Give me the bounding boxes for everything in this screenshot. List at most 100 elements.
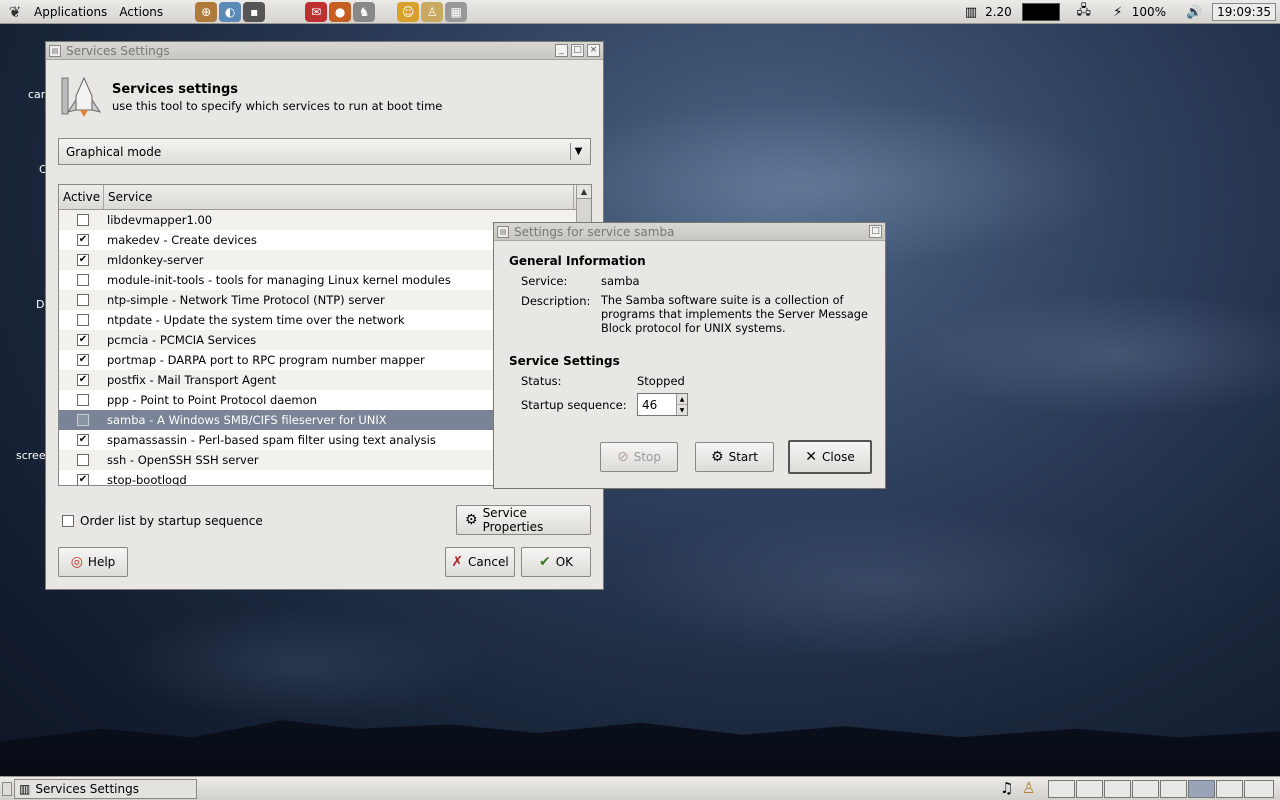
startup-sequence-stepper[interactable]: 46 ▲ ▼ bbox=[637, 393, 688, 416]
window-title: Services Settings bbox=[66, 43, 170, 58]
active-checkbox[interactable] bbox=[77, 294, 89, 306]
workspace-3[interactable] bbox=[1104, 780, 1131, 798]
active-checkbox[interactable] bbox=[77, 314, 89, 326]
workspace-7[interactable] bbox=[1216, 780, 1243, 798]
active-checkbox[interactable]: ✔ bbox=[77, 234, 89, 246]
active-cell: ✔ bbox=[59, 254, 107, 266]
workspace-5[interactable] bbox=[1160, 780, 1187, 798]
service-label: postfix - Mail Transport Agent bbox=[107, 373, 277, 387]
active-checkbox[interactable] bbox=[77, 274, 89, 286]
active-checkbox[interactable]: ✔ bbox=[77, 374, 89, 386]
mode-dropdown[interactable]: Graphical mode ▼ bbox=[58, 138, 591, 165]
taskbar-item-services-settings[interactable]: ▥ Services Settings bbox=[14, 779, 197, 799]
service-label: stop-bootlogd bbox=[107, 473, 187, 486]
calculator-launcher-icon[interactable]: ▦ bbox=[445, 1, 468, 22]
status-label: Status: bbox=[521, 374, 562, 388]
minimize-button[interactable]: _ bbox=[555, 44, 568, 57]
order-by-sequence-label: Order list by startup sequence bbox=[80, 514, 263, 528]
start-label: Start bbox=[728, 450, 758, 464]
gnome-foot-icon[interactable]: ❦ bbox=[6, 3, 24, 21]
checkbox-box[interactable] bbox=[62, 515, 74, 527]
desktop-icon-label[interactable]: D bbox=[36, 298, 44, 311]
service-properties-button[interactable]: ⚙ Service Properties bbox=[456, 505, 591, 535]
gimp-launcher-icon[interactable]: ♞ bbox=[353, 1, 376, 22]
active-cell: ✔ bbox=[59, 374, 107, 386]
maximize-button[interactable]: □ bbox=[571, 44, 584, 57]
user-tray-icon[interactable]: ♙ bbox=[1022, 779, 1035, 797]
window-menu-icon[interactable]: ▤ bbox=[49, 44, 61, 57]
browser-launcher-icon[interactable]: ◐ bbox=[219, 1, 242, 22]
chat-launcher-icon[interactable]: ☺ bbox=[397, 1, 420, 22]
compass-launcher-icon[interactable]: ⊕ bbox=[195, 1, 218, 22]
stop-button[interactable]: ⊘ Stop bbox=[600, 442, 678, 472]
service-label: spamassassin - Perl-based spam filter us… bbox=[107, 433, 436, 447]
menu-applications[interactable]: Applications bbox=[28, 5, 113, 19]
column-header-service[interactable]: Service bbox=[104, 185, 574, 209]
desktop-icon-label[interactable]: scree bbox=[16, 449, 46, 462]
services-settings-task-icon: ▥ bbox=[19, 782, 31, 796]
service-label: ppp - Point to Point Protocol daemon bbox=[107, 393, 317, 407]
mode-dropdown-value: Graphical mode bbox=[66, 144, 162, 159]
cpu-monitor-graph[interactable] bbox=[1021, 3, 1060, 21]
stepper-up-icon[interactable]: ▲ bbox=[677, 394, 687, 405]
help-button[interactable]: ◎ Help bbox=[58, 547, 128, 577]
properties-icon: ⚙ bbox=[465, 512, 478, 528]
active-checkbox[interactable]: ✔ bbox=[77, 334, 89, 346]
firefox-launcher-icon[interactable]: ● bbox=[329, 1, 352, 22]
column-header-active[interactable]: Active bbox=[59, 185, 104, 209]
close-window-button[interactable]: × bbox=[587, 44, 600, 57]
active-cell bbox=[59, 314, 107, 326]
show-desktop-icon[interactable] bbox=[2, 782, 12, 796]
workspace-8[interactable] bbox=[1244, 780, 1274, 798]
service-label: pcmcia - PCMCIA Services bbox=[107, 333, 257, 347]
workspace-1[interactable] bbox=[1048, 780, 1075, 798]
active-checkbox[interactable]: ✔ bbox=[77, 254, 89, 266]
dialog-close-window-button[interactable]: □ bbox=[869, 225, 882, 238]
ok-button[interactable]: ✔ OK bbox=[521, 547, 591, 577]
workspace-2[interactable] bbox=[1076, 780, 1103, 798]
terminal-launcher-icon[interactable]: ▪ bbox=[243, 1, 266, 22]
dialog-titlebar[interactable]: ▤ Settings for service samba □ bbox=[494, 223, 885, 241]
active-checkbox[interactable] bbox=[77, 394, 89, 406]
cancel-label: Cancel bbox=[468, 555, 509, 569]
workspace-4[interactable] bbox=[1132, 780, 1159, 798]
workspace-6-active[interactable] bbox=[1188, 780, 1215, 798]
menu-actions[interactable]: Actions bbox=[113, 5, 169, 19]
network-icon[interactable]: 🖧 bbox=[1074, 3, 1094, 21]
close-button[interactable]: ✕ Close bbox=[788, 440, 872, 474]
chevron-down-icon: ▼ bbox=[570, 143, 586, 160]
start-button[interactable]: ⚙ Start bbox=[695, 442, 774, 472]
close-icon: ✕ bbox=[805, 449, 818, 465]
window-titlebar[interactable]: ▤ Services Settings _ □ × bbox=[46, 42, 603, 60]
active-checkbox[interactable]: ✔ bbox=[77, 434, 89, 446]
battery-plug-icon[interactable]: ⚡ bbox=[1108, 3, 1128, 21]
scroll-up-icon[interactable]: ▲ bbox=[577, 185, 591, 199]
stop-label: Stop bbox=[633, 450, 661, 464]
active-checkbox[interactable]: ✔ bbox=[77, 354, 89, 366]
bottom-panel: ▥ Services Settings ♫ ♙ bbox=[0, 776, 1280, 800]
startup-sequence-input[interactable]: 46 bbox=[638, 398, 676, 412]
cancel-button[interactable]: ✗ Cancel bbox=[445, 547, 515, 577]
service-label: samba - A Windows SMB/CIFS fileserver fo… bbox=[107, 413, 387, 427]
cancel-x-icon: ✗ bbox=[451, 554, 464, 570]
clock[interactable]: 19:09:35 bbox=[1212, 3, 1276, 21]
user-launcher-icon[interactable]: ♙ bbox=[421, 1, 444, 22]
page-subtitle: use this tool to specify which services … bbox=[112, 99, 443, 113]
volume-icon[interactable]: 🔊 bbox=[1184, 3, 1204, 21]
active-checkbox[interactable] bbox=[77, 414, 89, 426]
general-info-heading: General Information bbox=[509, 254, 646, 268]
stepper-down-icon[interactable]: ▼ bbox=[677, 405, 687, 415]
music-icon[interactable]: ♫ bbox=[1000, 779, 1013, 797]
service-settings-heading: Service Settings bbox=[509, 354, 620, 368]
active-checkbox[interactable]: ✔ bbox=[77, 474, 89, 485]
order-by-sequence-checkbox[interactable]: Order list by startup sequence bbox=[62, 514, 263, 528]
dialog-menu-icon[interactable]: ▤ bbox=[497, 225, 509, 238]
active-checkbox[interactable] bbox=[77, 454, 89, 466]
service-value: samba bbox=[601, 274, 640, 288]
active-checkbox[interactable] bbox=[77, 214, 89, 226]
top-panel: ❦ Applications Actions ⊕ ◐ ▪ ✉ ● ♞ ☺ ♙ ▦… bbox=[0, 0, 1280, 24]
desktop-icon-label[interactable]: car bbox=[28, 88, 45, 101]
help-lifebuoy-icon: ◎ bbox=[70, 554, 83, 570]
mail-launcher-icon[interactable]: ✉ bbox=[305, 1, 328, 22]
active-cell: ✔ bbox=[59, 474, 107, 485]
